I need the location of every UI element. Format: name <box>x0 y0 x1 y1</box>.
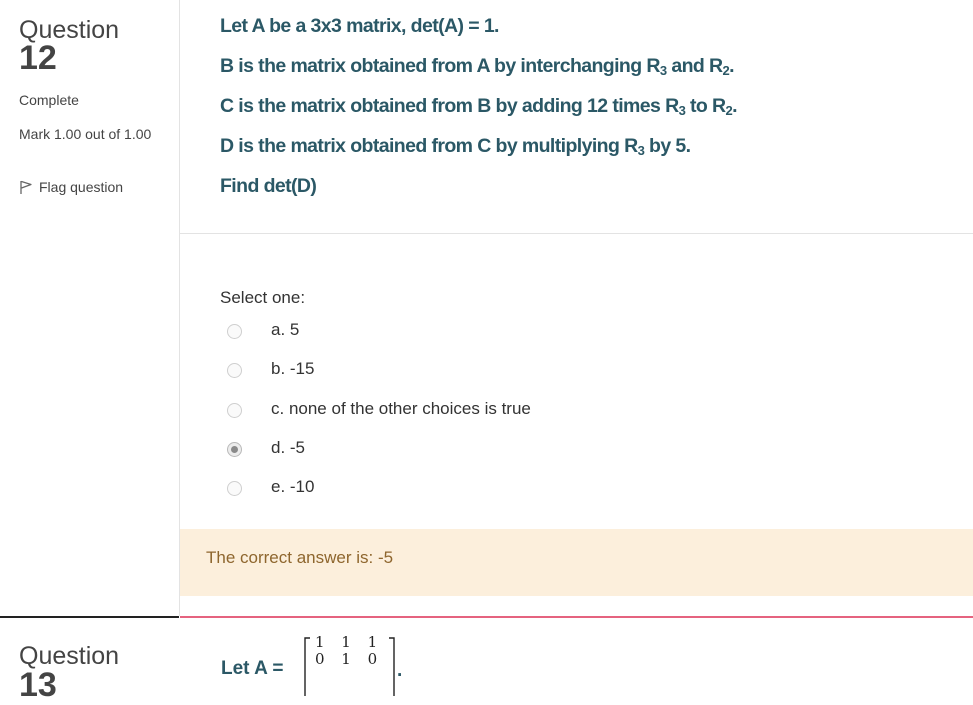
matrix-trailing: . <box>397 660 403 681</box>
radio-button[interactable] <box>227 323 242 339</box>
flag-question-label: Flag question <box>39 179 124 195</box>
answer-option-b[interactable]: b. -15 <box>227 358 314 382</box>
answer-option-label: d. -5 <box>271 438 306 457</box>
matrix-row: 1 1 1 <box>315 633 384 651</box>
radio-button[interactable] <box>227 362 242 378</box>
flag-icon <box>19 180 33 195</box>
answer-option-label: b. -15 <box>271 359 315 378</box>
divider <box>180 233 973 234</box>
question-line: Let A be a 3x3 matrix, det(A) = 1. <box>220 15 499 37</box>
next-question-number: 13 <box>19 666 57 704</box>
answer-option-d[interactable]: d. -5 <box>227 437 305 461</box>
question-grade: Mark 1.00 out of 1.00 <box>19 126 152 142</box>
correct-answer-text: The correct answer is: -5 <box>206 548 394 567</box>
matrix: 1 1 1 0 1 0 . <box>301 633 405 696</box>
question-state: Complete <box>19 92 79 108</box>
question-line: C is the matrix obtained from B by addin… <box>220 95 738 118</box>
answer-option-label: c. none of the other choices is true <box>271 399 531 418</box>
answer-option-e[interactable]: e. -10 <box>227 476 314 500</box>
answer-option-label: e. -10 <box>271 477 315 496</box>
question-line: D is the matrix obtained from C by multi… <box>220 135 691 158</box>
answer-option-a[interactable]: a. 5 <box>227 319 299 343</box>
divider <box>180 616 973 618</box>
question-line: B is the matrix obtained from A by inter… <box>220 55 735 78</box>
question-info-panel: Question 12 Complete Mark 1.00 out of 1.… <box>0 0 180 616</box>
radio-button[interactable] <box>227 402 242 418</box>
answer-option-label: a. 5 <box>271 320 300 339</box>
question-line: Find det(D) <box>220 175 317 197</box>
next-question-text: Let A = <box>221 658 284 679</box>
feedback-box: The correct answer is: -5 <box>180 529 973 596</box>
select-one-prompt: Select one: <box>220 288 306 307</box>
flag-question-button[interactable]: Flag question <box>19 179 123 195</box>
radio-button[interactable] <box>227 480 242 496</box>
matrix-row: 0 1 0 <box>315 650 384 668</box>
divider <box>0 616 179 618</box>
radio-button-selected[interactable] <box>227 441 242 457</box>
question-number: 12 <box>19 39 57 77</box>
answer-option-c[interactable]: c. none of the other choices is true <box>227 398 531 422</box>
